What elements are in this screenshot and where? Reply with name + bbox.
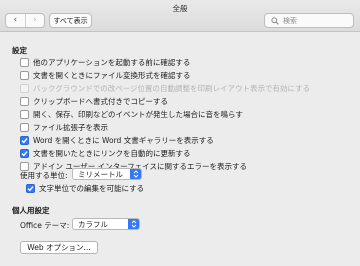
toolbar: 全般 ‹ › すべて表示 検索 [0, 0, 360, 32]
settings-option[interactable]: クリップボードへ書式付きでコピーする [20, 96, 168, 106]
theme-label: Office テーマ: [20, 221, 70, 230]
option-label: 他のアプリケーションを起動する前に確認する [33, 57, 191, 67]
search-icon [271, 16, 279, 25]
char-unit-label: 文字単位での編集を可能にする [39, 183, 145, 193]
option-checkbox[interactable] [20, 57, 29, 67]
char-unit-checkbox[interactable] [26, 183, 35, 193]
select-arrows-icon [128, 219, 139, 229]
nav-button-group: ‹ › [5, 13, 45, 28]
search-placeholder: 検索 [283, 16, 297, 25]
settings-option[interactable]: 開く、保存、印刷などのイベントが発生した場合に音を鳴らす [20, 109, 243, 119]
option-checkbox[interactable] [20, 70, 29, 80]
unit-select-value: ミリメートル [78, 169, 123, 179]
option-label: 文書を開いたときにリンクを自動的に更新する [33, 148, 191, 158]
settings-heading: 設定 [12, 46, 27, 55]
show-all-button[interactable]: すべて表示 [49, 13, 92, 28]
personal-heading: 個人用設定 [12, 206, 50, 215]
web-options-button[interactable]: Web オプション... [20, 241, 98, 254]
option-checkbox[interactable] [20, 135, 29, 145]
option-label: バックグラウンドでの改ページ位置の自動調整を印刷レイアウト表示で有効にする [33, 83, 311, 93]
theme-select-value: カラフル [78, 219, 108, 229]
option-label: 開く、保存、印刷などのイベントが発生した場合に音を鳴らす [33, 109, 243, 119]
back-button[interactable]: ‹ [6, 14, 25, 27]
char-unit-option[interactable]: 文字単位での編集を可能にする [26, 183, 144, 193]
option-label: ファイル拡張子を表示 [33, 122, 108, 132]
unit-select[interactable]: ミリメートル [72, 168, 142, 180]
option-checkbox [20, 83, 29, 93]
settings-option[interactable]: 他のアプリケーションを起動する前に確認する [20, 57, 190, 67]
settings-option[interactable]: ファイル拡張子を表示 [20, 122, 108, 132]
option-checkbox[interactable] [20, 148, 29, 158]
settings-option[interactable]: Word を開くときに Word 文書ギャラリーを表示する [20, 135, 214, 145]
option-label: 文書を開くときにファイル変換形式を確認する [33, 70, 191, 80]
select-arrows-icon [130, 169, 141, 179]
settings-option[interactable]: 文書を開くときにファイル変換形式を確認する [20, 70, 191, 80]
unit-label: 使用する単位: [20, 171, 68, 180]
option-checkbox[interactable] [20, 122, 29, 132]
option-label: Word を開くときに Word 文書ギャラリーを表示する [33, 135, 214, 145]
forward-button[interactable]: › [24, 14, 45, 27]
search-field[interactable]: 検索 [264, 13, 354, 28]
option-label: クリップボードへ書式付きでコピーする [33, 96, 168, 106]
settings-option: バックグラウンドでの改ページ位置の自動調整を印刷レイアウト表示で有効にする [20, 83, 310, 93]
option-checkbox[interactable] [20, 96, 29, 106]
settings-option[interactable]: 文書を開いたときにリンクを自動的に更新する [20, 148, 191, 158]
option-checkbox[interactable] [20, 109, 29, 119]
theme-select[interactable]: カラフル [72, 218, 140, 230]
